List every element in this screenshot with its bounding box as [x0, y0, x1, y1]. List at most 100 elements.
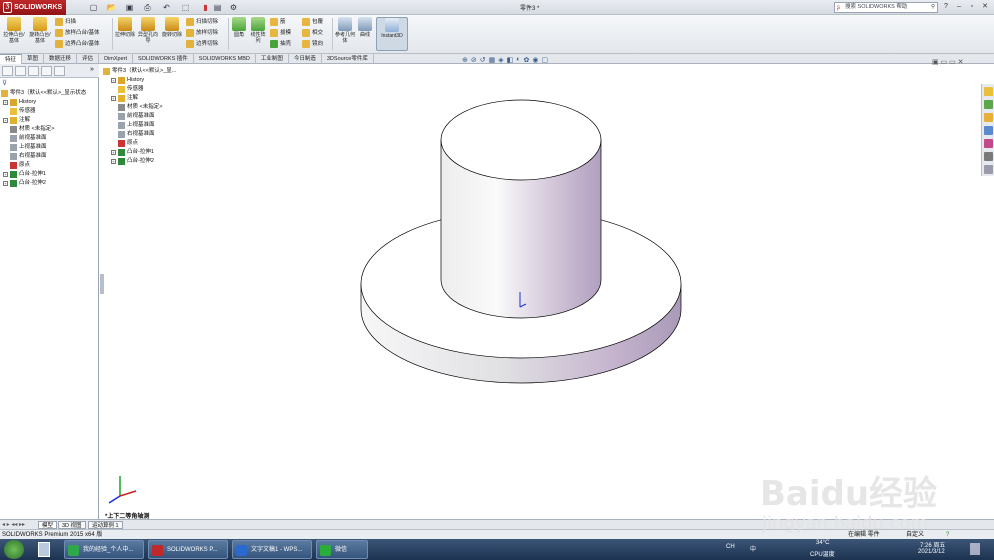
show-desktop-button[interactable]	[970, 543, 980, 555]
view-palette-icon[interactable]	[984, 126, 993, 135]
loft-boss-button[interactable]: 放样凸台/基体	[55, 28, 100, 38]
forum-icon[interactable]	[984, 165, 993, 174]
tree-root-part[interactable]: 零件3（默认<<默认>_显示状态	[1, 89, 99, 98]
rib-button[interactable]: 筋	[270, 17, 286, 27]
tab-5[interactable]: SOLIDWORKS 插件	[133, 54, 194, 64]
new-document-icon[interactable]: ▢	[88, 2, 99, 13]
help-icon[interactable]: ?	[940, 2, 952, 12]
tab-7[interactable]: 工业制图	[256, 54, 289, 64]
tree-item[interactable]: 前视基准面	[1, 134, 99, 143]
shell-button[interactable]: 抽壳	[270, 39, 291, 49]
file-properties-icon[interactable]: ▤	[212, 2, 223, 13]
taskbar-item-wps[interactable]: 文字文稿1 - WPS...	[232, 540, 312, 559]
feature-manager-tab[interactable]	[2, 66, 13, 76]
annotations-icon	[10, 117, 17, 124]
3d-model-view[interactable]	[100, 64, 981, 519]
sweep-cut-button[interactable]: 扫描切除	[186, 17, 218, 27]
solidworks-logo[interactable]: ℨ SOLIDWORKS	[0, 0, 66, 15]
filter-icon[interactable]: ⊽	[2, 79, 7, 87]
tree-item[interactable]: + 凸台-拉伸2	[1, 179, 99, 188]
display-manager-tab[interactable]	[54, 66, 65, 76]
tab-0[interactable]: 特征	[0, 54, 23, 64]
tree-item[interactable]: 上视基准面	[1, 143, 99, 152]
tree-item[interactable]: 右视基准面	[1, 152, 99, 161]
undo-icon[interactable]: ↶	[161, 2, 172, 13]
help-search-input[interactable]: ʂ 搜索 SOLIDWORKS 帮助 ⚲	[834, 2, 938, 13]
loft-cut-button[interactable]: 放样切除	[186, 28, 218, 38]
tab-8[interactable]: 今日制造	[289, 54, 322, 64]
mirror-button[interactable]: 镜向	[302, 39, 323, 49]
tree-item[interactable]: + History	[1, 98, 99, 107]
wrap-button[interactable]: 包覆	[302, 17, 323, 27]
configuration-manager-tab[interactable]	[28, 66, 39, 76]
instant3d-button[interactable]: Instant3D	[376, 17, 408, 51]
tree-item[interactable]: + 注解	[1, 116, 99, 125]
viewport-restore-icon[interactable]: ▣ ▭ ▭ ✕	[932, 58, 964, 66]
boundary-boss-button[interactable]: 边界凸台/基体	[55, 39, 100, 49]
expand-icon[interactable]: +	[3, 181, 8, 186]
model-tab-0[interactable]: 模型	[38, 521, 58, 529]
property-manager-tab[interactable]	[15, 66, 26, 76]
explorer-pin-icon[interactable]	[38, 542, 50, 557]
open-icon[interactable]: 📂	[106, 2, 117, 13]
taskbar-item-solidworks[interactable]: SOLIDWORKS P...	[148, 540, 228, 559]
fillet-button[interactable]: 圆角	[231, 17, 247, 51]
ime-indicator[interactable]: 中	[750, 544, 756, 553]
file-explorer-icon[interactable]	[984, 113, 993, 122]
search-icon[interactable]: ⚲	[931, 3, 935, 12]
close-button[interactable]: ✕	[979, 2, 991, 12]
tree-item[interactable]: 原点	[1, 161, 99, 170]
dimxpert-manager-tab[interactable]	[41, 66, 52, 76]
cylinder-boss[interactable]	[440, 99, 602, 319]
panel-splitter[interactable]	[100, 274, 104, 294]
graphics-area[interactable]: 零件3（默认<<默认>_显... + History 传感器 + 注解 材质 <未指定> 前视…	[100, 59, 981, 520]
model-tab-2[interactable]: 运动算例 1	[88, 521, 123, 529]
hole-wizard-button[interactable]: 异型孔向导	[138, 17, 158, 51]
start-button[interactable]	[4, 540, 24, 559]
draft-button[interactable]: 拔模	[270, 28, 291, 38]
boundary-cut-button[interactable]: 边界切除	[186, 39, 218, 49]
expand-panel-icon[interactable]: »	[90, 66, 94, 73]
minimize-button[interactable]: –	[953, 2, 965, 12]
curves-button[interactable]: 曲线	[357, 17, 373, 51]
tab-9[interactable]: 3DSource零件库	[322, 54, 374, 64]
clock-date[interactable]: 2021/3/12	[918, 549, 945, 555]
sweep-button[interactable]: 扫描	[55, 17, 76, 27]
boss-extrude-button[interactable]: 拉伸凸台/基体	[3, 17, 25, 51]
tree-item[interactable]: 材质 <未指定>	[1, 125, 99, 134]
print-icon[interactable]: ⎙	[142, 2, 153, 13]
design-library-icon[interactable]	[984, 100, 993, 109]
model-tab-1[interactable]: 3D 视图	[58, 521, 86, 529]
language-indicator[interactable]: CH	[726, 544, 735, 550]
boss-extrude-icon	[7, 17, 21, 31]
restore-button[interactable]: ▫	[966, 2, 978, 12]
expand-icon[interactable]: +	[3, 118, 8, 123]
revolve-boss-button[interactable]: 旋转凸台/基体	[28, 17, 52, 51]
triad-icon[interactable]	[108, 476, 137, 504]
clock-time[interactable]: 7:26 周五	[920, 540, 945, 549]
tab-4[interactable]: DimXpert	[99, 54, 133, 64]
tab-scroll-icon[interactable]: ◂ ▸ ◂◂ ▸▸	[2, 521, 25, 528]
expand-icon[interactable]: +	[3, 172, 8, 177]
expand-icon[interactable]: +	[3, 100, 8, 105]
custom-properties-icon[interactable]	[984, 152, 993, 161]
appearances-icon[interactable]	[984, 139, 993, 148]
tab-2[interactable]: 数据迁移	[44, 54, 78, 64]
tab-1[interactable]: 草图	[22, 54, 45, 64]
tree-item[interactable]: + 凸台-拉伸1	[1, 170, 99, 179]
solidworks-resources-icon[interactable]	[984, 87, 993, 96]
linear-pattern-button[interactable]: 线性阵列	[249, 17, 267, 51]
tab-6[interactable]: SOLIDWORKS MBD	[194, 54, 256, 64]
taskbar-item-wechat[interactable]: 微信	[316, 540, 368, 559]
options-icon[interactable]: ⚙	[228, 2, 239, 13]
save-icon[interactable]: ▣	[124, 2, 135, 13]
select-icon[interactable]: ⬚	[180, 2, 191, 13]
intersect-button[interactable]: 相交	[302, 28, 323, 38]
tree-item[interactable]: 传感器	[1, 107, 99, 116]
revolve-cut-button[interactable]: 旋转切除	[162, 17, 182, 51]
reference-geometry-button[interactable]: 参考几何体	[335, 17, 355, 51]
tab-3[interactable]: 评估	[77, 54, 100, 64]
cut-extrude-button[interactable]: 拉伸切除	[115, 17, 135, 51]
rebuild-icon[interactable]: ▮	[200, 2, 211, 13]
taskbar-item-browser[interactable]: 我的经验_个人中...	[64, 540, 144, 559]
